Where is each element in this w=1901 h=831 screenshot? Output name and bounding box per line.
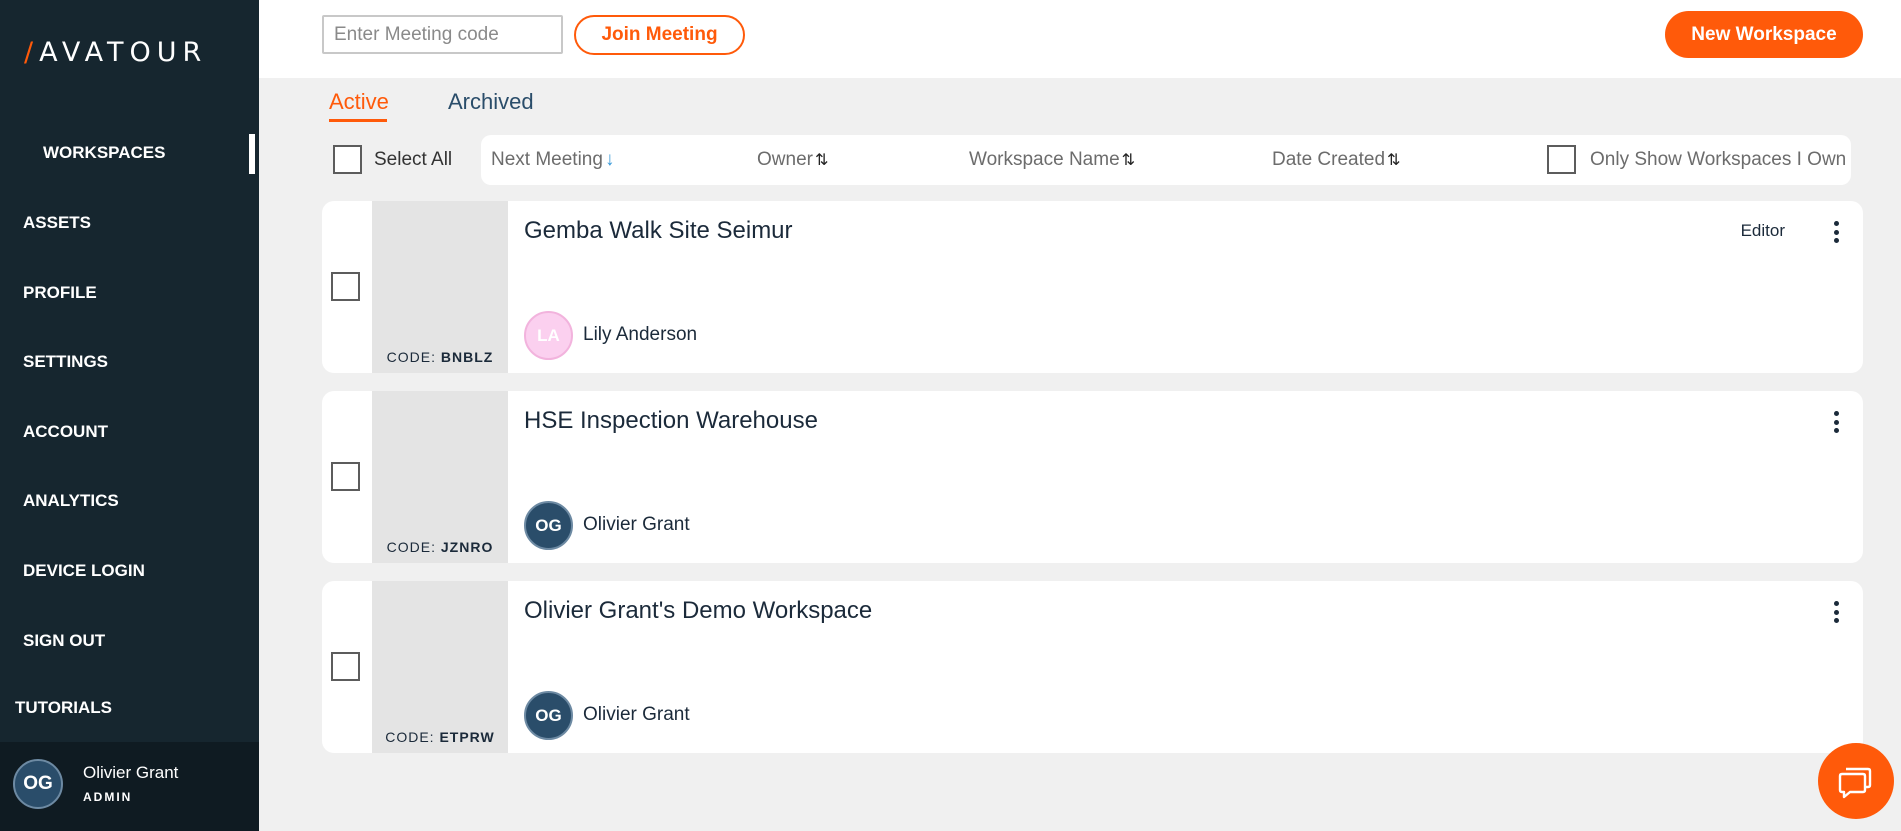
sort-updown-icon: ⇅: [814, 152, 829, 169]
more-options-icon[interactable]: [1831, 219, 1841, 245]
sidebar-item-assets[interactable]: ASSETS: [23, 213, 91, 233]
sidebar-item-settings[interactable]: SETTINGS: [23, 352, 108, 372]
workspace-card[interactable]: CODE: ETPRW Olivier Grant's Demo Workspa…: [322, 581, 1863, 753]
logo-accent: /: [24, 37, 40, 68]
sort-workspace-name[interactable]: Workspace Name ⇅: [969, 149, 1135, 171]
owner-name: Olivier Grant: [583, 704, 690, 725]
more-options-icon[interactable]: [1831, 409, 1841, 435]
workspace-thumbnail[interactable]: CODE: BNBLZ: [372, 201, 508, 373]
only-own-label: Only Show Workspaces I Own: [1590, 149, 1847, 170]
chat-button[interactable]: [1818, 743, 1894, 819]
owner-avatar: LA: [524, 311, 573, 360]
workspace-code: CODE: ETPRW: [372, 729, 508, 745]
sidebar-item-sign-out[interactable]: SIGN OUT: [23, 631, 105, 651]
sort-next-meeting-label: Next Meeting: [491, 149, 603, 170]
owner-name: Olivier Grant: [583, 514, 690, 535]
code-value: JZNRO: [440, 539, 494, 555]
owner-name: Lily Anderson: [583, 324, 698, 345]
code-value: BNBLZ: [440, 349, 494, 365]
sort-owner[interactable]: Owner ⇅: [757, 149, 828, 171]
sort-updown-icon: ⇅: [1121, 152, 1136, 169]
sort-down-arrow-icon: ↓: [604, 149, 615, 170]
code-prefix: CODE:: [386, 349, 436, 365]
owner-avatar: OG: [524, 501, 573, 550]
workspace-title[interactable]: HSE Inspection Warehouse: [524, 407, 818, 435]
active-tab-underline: [329, 119, 387, 122]
workspace-thumbnail[interactable]: CODE: JZNRO: [372, 391, 508, 563]
user-avatar[interactable]: OG: [13, 759, 63, 809]
logo-text: AVATOUR: [39, 37, 208, 68]
workspace-title[interactable]: Olivier Grant's Demo Workspace: [524, 597, 872, 625]
workspace-role: Editor: [1740, 221, 1785, 240]
workspace-thumbnail[interactable]: CODE: ETPRW: [372, 581, 508, 753]
sidebar-item-profile[interactable]: PROFILE: [23, 283, 97, 303]
select-all-checkbox[interactable]: [333, 145, 362, 174]
workspace-checkbox[interactable]: [331, 462, 360, 491]
select-all-label: Select All: [374, 149, 453, 170]
code-prefix: CODE:: [386, 539, 436, 555]
workspace-code: CODE: JZNRO: [372, 539, 508, 555]
workspace-card[interactable]: CODE: BNBLZ Gemba Walk Site Seimur Edito…: [322, 201, 1863, 373]
owner-avatar: OG: [524, 691, 573, 740]
workspace-checkbox[interactable]: [331, 652, 360, 681]
sort-date-created[interactable]: Date Created ⇅: [1272, 149, 1400, 171]
code-value: ETPRW: [439, 729, 495, 745]
user-name: Olivier Grant: [83, 763, 179, 782]
sort-date-created-label: Date Created: [1272, 149, 1386, 170]
sidebar-item-tutorials[interactable]: TUTORIALS: [15, 698, 112, 718]
tab-active[interactable]: Active: [329, 89, 389, 115]
sort-owner-label: Owner: [757, 149, 813, 170]
sort-next-meeting[interactable]: Next Meeting ↓: [491, 149, 614, 171]
sidebar-item-analytics[interactable]: ANALYTICS: [23, 491, 119, 511]
sidebar-item-workspaces[interactable]: WORKSPACES: [43, 143, 165, 163]
meeting-code-input[interactable]: [322, 15, 563, 54]
sidebar-item-device-login[interactable]: DEVICE LOGIN: [23, 561, 145, 581]
workspace-title[interactable]: Gemba Walk Site Seimur: [524, 217, 793, 245]
code-prefix: CODE:: [385, 729, 435, 745]
chat-bubble-icon: [1838, 767, 1872, 799]
workspace-code: CODE: BNBLZ: [372, 349, 508, 365]
join-meeting-button[interactable]: Join Meeting: [574, 15, 745, 55]
sidebar-item-account[interactable]: ACCOUNT: [23, 422, 108, 442]
user-role: ADMIN: [83, 790, 133, 804]
more-options-icon[interactable]: [1831, 599, 1841, 625]
sidebar: /AVATOUR WORKSPACES ASSETS PROFILE SETTI…: [0, 0, 259, 831]
only-own-checkbox[interactable]: [1547, 145, 1576, 174]
workspace-checkbox[interactable]: [331, 272, 360, 301]
sort-workspace-name-label: Workspace Name: [969, 149, 1120, 170]
tab-archived[interactable]: Archived: [448, 89, 534, 115]
sort-updown-icon: ⇅: [1387, 152, 1401, 169]
new-workspace-button[interactable]: New Workspace: [1665, 11, 1863, 58]
active-nav-marker: [249, 134, 255, 174]
avatour-logo[interactable]: /AVATOUR: [24, 37, 207, 68]
workspace-card[interactable]: CODE: JZNRO HSE Inspection Warehouse OG …: [322, 391, 1863, 563]
